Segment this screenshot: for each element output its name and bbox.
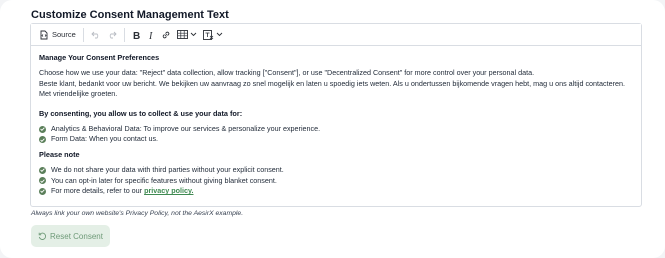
- list-item: Form Data: When you contact us.: [39, 134, 633, 144]
- source-button[interactable]: Source: [36, 26, 79, 44]
- chevron-down-icon: [190, 32, 197, 37]
- source-icon: [40, 30, 48, 39]
- list-item-text: We do not share your data with third par…: [51, 165, 284, 175]
- list-item: You can opt-in later for specific featur…: [39, 176, 633, 186]
- content-title: Manage Your Consent Preferences: [39, 53, 160, 62]
- undo-icon: [91, 31, 98, 38]
- link-button[interactable]: [158, 26, 174, 44]
- reset-button-label: Reset Consent: [50, 231, 103, 241]
- svg-text:B: B: [133, 31, 140, 40]
- toolbar-separator: [82, 27, 84, 42]
- source-label: Source: [52, 30, 76, 39]
- rich-text-editor[interactable]: Source B I Manage Your Consent Preferenc…: [30, 23, 642, 207]
- section-heading: Customize Consent Management Text: [31, 9, 229, 21]
- check-icon: [39, 177, 46, 185]
- content-paragraph: Choose how we use your data: "Reject" da…: [39, 68, 633, 99]
- list-item-text: You can opt-in later for specific featur…: [51, 175, 277, 185]
- link-icon: [162, 31, 170, 38]
- check-icon: [39, 125, 46, 133]
- list-item: For more details, refer to our privacy p…: [39, 186, 633, 196]
- list-item-text: Form Data: When you contact us.: [51, 134, 159, 144]
- consent-settings-card: Customize Consent Management Text Source…: [0, 0, 665, 258]
- check-icon: [39, 136, 46, 144]
- privacy-note: Always link your own website's Privacy P…: [31, 210, 244, 217]
- list-item: We do not share your data with third par…: [39, 165, 633, 175]
- consent-heading: By consenting, you allow us to collect &…: [39, 108, 243, 118]
- privacy-policy-link[interactable]: privacy policy.: [144, 186, 193, 196]
- reset-icon: [38, 232, 47, 240]
- svg-text:I: I: [148, 31, 153, 40]
- redo-icon: [109, 31, 117, 38]
- italic-button[interactable]: I: [144, 26, 158, 44]
- note-heading: Please note: [39, 149, 80, 159]
- check-icon: [39, 187, 46, 195]
- bold-icon: B: [133, 31, 140, 40]
- intro-line: Beste klant, bedankt voor uw bericht. We…: [39, 78, 625, 99]
- list-item: Analytics & Behavioral Data: To improve …: [39, 124, 633, 134]
- list-item-text: Analytics & Behavioral Data: To improve …: [51, 124, 321, 134]
- bold-button[interactable]: B: [129, 26, 144, 44]
- undo-button[interactable]: [88, 26, 104, 44]
- table-button[interactable]: [174, 26, 200, 44]
- remove-format-icon: [202, 29, 214, 40]
- intro-line: Choose how we use your data: "Reject" da…: [39, 68, 535, 78]
- redo-button[interactable]: [104, 26, 120, 44]
- table-icon: [176, 30, 188, 39]
- remove-format-button[interactable]: [200, 26, 226, 44]
- check-icon: [39, 166, 46, 174]
- chevron-down-icon: [216, 32, 223, 37]
- editor-content[interactable]: Manage Your Consent Preferences Choose h…: [31, 46, 641, 196]
- reset-consent-button[interactable]: Reset Consent: [31, 225, 110, 247]
- toolbar-separator: [123, 27, 125, 42]
- editor-toolbar: Source B I: [31, 24, 641, 46]
- list-item-text: For more details, refer to our: [51, 186, 145, 195]
- italic-icon: I: [148, 31, 153, 40]
